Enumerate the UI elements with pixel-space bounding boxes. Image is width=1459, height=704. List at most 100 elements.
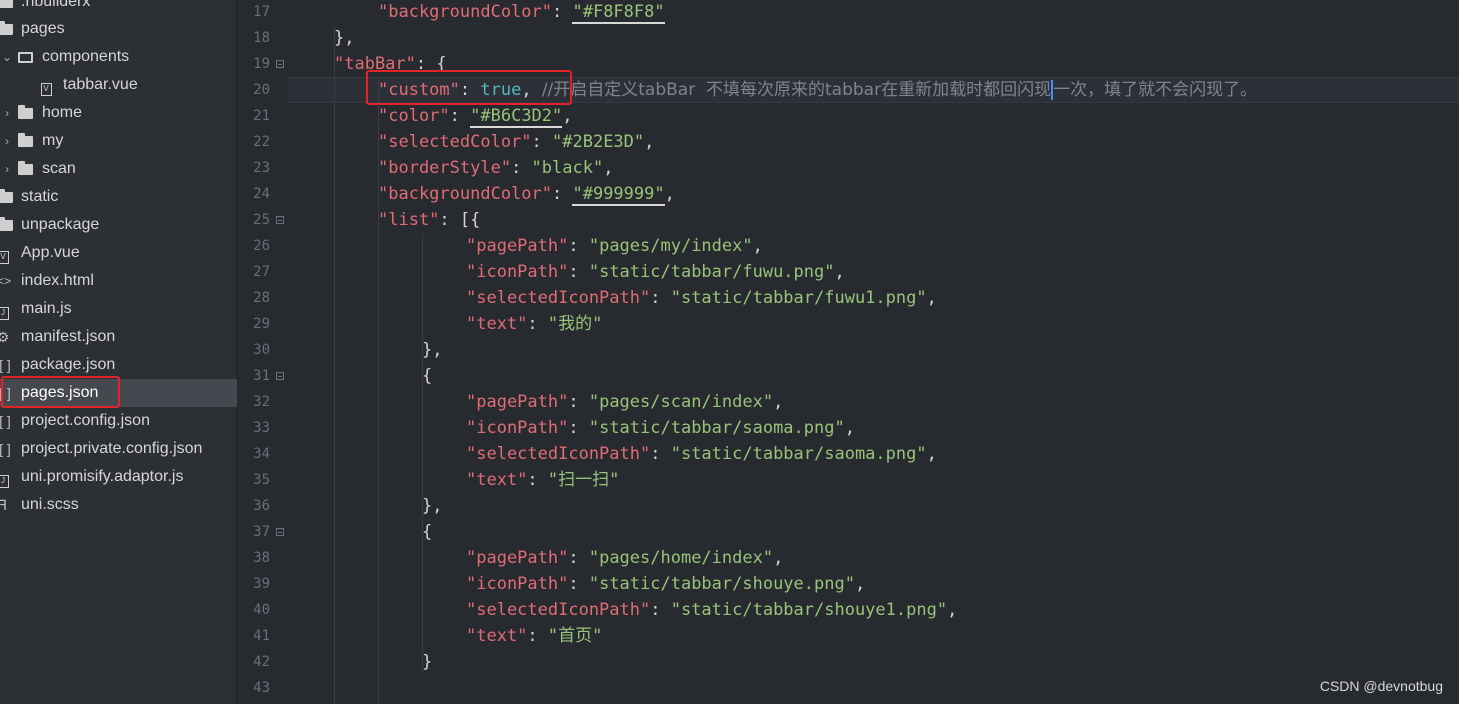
- tree-item-pages[interactable]: pages: [0, 15, 237, 43]
- tree-item-index-html[interactable]: <> index.html: [0, 267, 237, 295]
- line-number: 35: [253, 472, 270, 488]
- json-file-icon: [ ]: [0, 413, 11, 429]
- tree-item-pages-json[interactable]: [ ] pages.json: [0, 379, 237, 407]
- vue-file-icon: V: [0, 239, 12, 267]
- chevron-down-icon[interactable]: ⌄: [0, 43, 14, 71]
- file-explorer: .hbuilderx pages ⌄ components V tabbar.v…: [0, 0, 237, 704]
- indent-guide: [334, 26, 335, 704]
- folder-icon: [0, 0, 14, 16]
- line-number: 23: [253, 160, 270, 176]
- code-line: "iconPath": "static/tabbar/shouye.png",: [466, 574, 866, 594]
- tree-item-scan[interactable]: › scan: [0, 155, 237, 183]
- tree-item-main-js[interactable]: J main.js: [0, 295, 237, 323]
- json-file-icon: [ ]: [0, 357, 11, 373]
- folder-icon: [16, 127, 34, 155]
- line-number: 20: [253, 82, 270, 98]
- code-line: }: [422, 652, 433, 672]
- js-file-icon: J: [0, 295, 12, 323]
- line-number: 24: [253, 186, 270, 202]
- tree-item-home[interactable]: › home: [0, 99, 237, 127]
- code-line: "selectedColor": "#2B2E3D",: [378, 132, 655, 152]
- line-number: 36: [253, 498, 270, 514]
- line-number: 26: [253, 238, 270, 254]
- line-number: 34: [253, 446, 270, 462]
- line-number: 37: [253, 524, 270, 540]
- folder-open-icon: [16, 43, 34, 71]
- line-number: 33: [253, 420, 270, 436]
- code-line: "iconPath": "static/tabbar/fuwu.png",: [466, 262, 845, 282]
- line-number: 40: [253, 602, 270, 618]
- line-number: 41: [253, 628, 270, 644]
- code-line: "text": "我的": [466, 314, 603, 334]
- fold-toggle-icon[interactable]: [276, 216, 284, 224]
- line-number: 18: [253, 30, 270, 46]
- gear-icon: ⚙: [0, 329, 10, 345]
- code-line: "list": [{: [378, 210, 481, 230]
- indent-guide: [422, 234, 423, 674]
- line-number: 27: [253, 264, 270, 280]
- code-comment: 一次，填了就不会闪现了。: [1053, 80, 1258, 100]
- json-file-icon: [ ]: [0, 441, 11, 457]
- code-line: "selectedIconPath": "static/tabbar/saoma…: [466, 444, 937, 464]
- line-number: 28: [253, 290, 270, 306]
- line-number: 38: [253, 550, 270, 566]
- code-line: "selectedIconPath": "static/tabbar/shouy…: [466, 600, 958, 620]
- line-number: 39: [253, 576, 270, 592]
- code-comment: //开启自定义tabBar 不填每次原来的tabbar在重新加载时都回闪现: [541, 80, 1052, 100]
- code-line: "pagePath": "pages/home/index",: [466, 548, 784, 568]
- folder-icon: [16, 155, 34, 183]
- line-number: 19: [253, 56, 270, 72]
- code-line: },: [422, 340, 443, 360]
- code-line: "pagePath": "pages/my/index",: [466, 236, 763, 256]
- tree-item-app-vue[interactable]: V App.vue: [0, 239, 237, 267]
- code-editor[interactable]: 17 18 19 20 21 22 23 24 25 26 27 28 29 30 31 32 33 34 35 36…: [238, 0, 1459, 704]
- code-line: "text": "扫一扫": [466, 470, 620, 490]
- fold-toggle-icon[interactable]: [276, 372, 284, 380]
- tree-item-my[interactable]: › my: [0, 127, 237, 155]
- tree-item-hbuilderx[interactable]: .hbuilderx: [0, 0, 237, 16]
- line-number: 43: [253, 680, 270, 696]
- chevron-right-icon[interactable]: ›: [0, 99, 14, 127]
- line-number: 30: [253, 342, 270, 358]
- fold-toggle-icon[interactable]: [276, 60, 284, 68]
- tree-item-uni-promisify-adaptor-js[interactable]: J uni.promisify.adaptor.js: [0, 463, 237, 491]
- code-line: "pagePath": "pages/scan/index",: [466, 392, 784, 412]
- chevron-right-icon[interactable]: ›: [0, 155, 14, 183]
- tree-item-project-config-json[interactable]: [ ] project.config.json: [0, 407, 237, 435]
- code-line: "backgroundColor": "#F8F8F8": [378, 2, 665, 24]
- folder-icon: [0, 15, 14, 43]
- line-number: 21: [253, 108, 270, 124]
- line-number: 42: [253, 654, 270, 670]
- code-line: "borderStyle": "black",: [378, 158, 614, 178]
- code-line-custom: "custom": true, //开启自定义tabBar 不填每次原来的tab…: [378, 80, 1258, 100]
- json-file-icon: [ ]: [0, 385, 11, 401]
- tree-item-manifest-json[interactable]: ⚙ manifest.json: [0, 323, 237, 351]
- scss-file-icon: ꟻ: [0, 497, 8, 513]
- line-number: 32: [253, 394, 270, 410]
- code-line: "backgroundColor": "#999999",: [378, 184, 675, 206]
- tree-item-tabbar-vue[interactable]: V tabbar.vue: [0, 71, 237, 99]
- fold-toggle-icon[interactable]: [276, 528, 284, 536]
- folder-icon: [0, 211, 14, 239]
- line-number: 29: [253, 316, 270, 332]
- code-line: },: [334, 28, 355, 48]
- code-line: "selectedIconPath": "static/tabbar/fuwu1…: [466, 288, 937, 308]
- tree-item-unpackage[interactable]: unpackage: [0, 211, 237, 239]
- code-file-icon: <>: [0, 274, 11, 288]
- code-line: {: [422, 522, 433, 542]
- code-line: "iconPath": "static/tabbar/saoma.png",: [466, 418, 855, 438]
- code-line: },: [422, 496, 443, 516]
- tree-item-project-private-config-json[interactable]: [ ] project.private.config.json: [0, 435, 237, 463]
- tree-item-static[interactable]: static: [0, 183, 237, 211]
- tree-item-uni-scss[interactable]: ꟻ uni.scss: [0, 491, 237, 519]
- tree-item-package-json[interactable]: [ ] package.json: [0, 351, 237, 379]
- js-file-icon: J: [0, 463, 12, 491]
- chevron-right-icon[interactable]: ›: [0, 127, 14, 155]
- code-line: "text": "首页": [466, 626, 603, 646]
- watermark: CSDN @devnotbug: [1319, 678, 1443, 694]
- line-number: 17: [253, 4, 270, 20]
- folder-icon: [0, 183, 14, 211]
- code-line: {: [422, 366, 433, 386]
- code-line: "color": "#B6C3D2",: [378, 106, 573, 128]
- tree-item-components[interactable]: ⌄ components: [0, 43, 237, 71]
